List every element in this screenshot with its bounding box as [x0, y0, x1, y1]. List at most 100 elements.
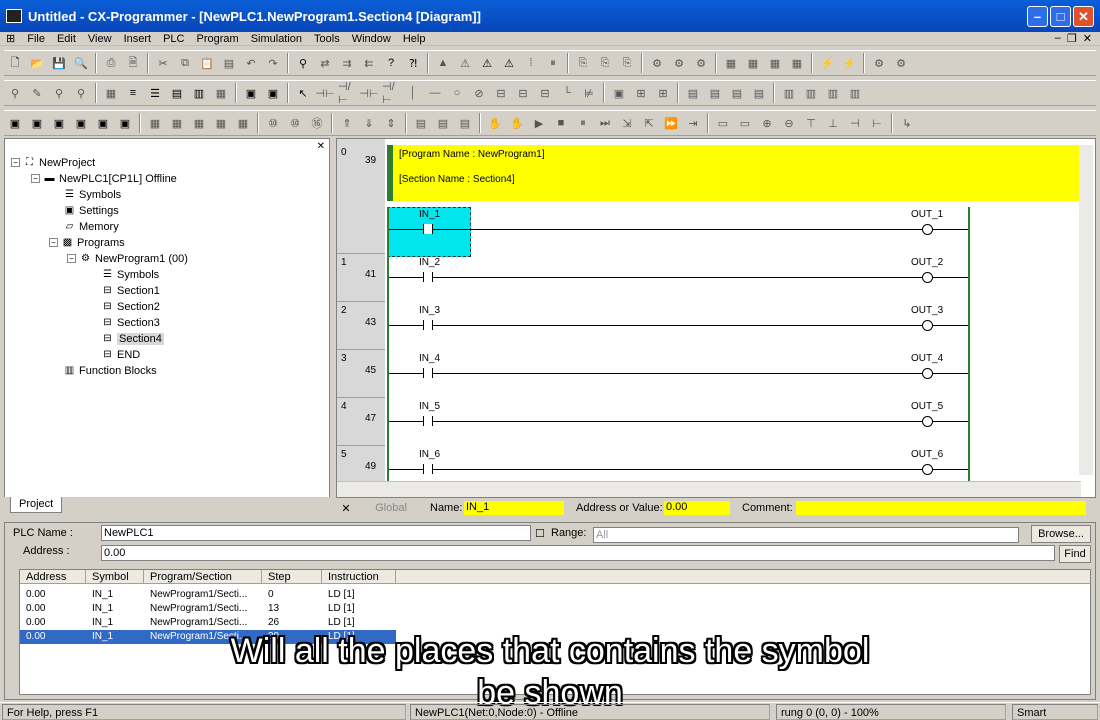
show-comments-icon[interactable]: ≡	[124, 84, 142, 102]
view-2-icon[interactable]: ▦	[744, 54, 762, 72]
menu-view[interactable]: View	[82, 33, 118, 45]
mode-debug-icon[interactable]: ⚙	[670, 54, 688, 72]
tree-function-blocks[interactable]: ▥ Function Blocks	[63, 363, 157, 378]
find-button[interactable]: Find	[1059, 545, 1091, 563]
contact-symbol[interactable]	[423, 368, 433, 378]
sim-1-icon[interactable]: ▤	[412, 114, 430, 132]
coil-icon[interactable]: ○	[448, 84, 466, 102]
transfer-down-icon[interactable]: ⇓	[360, 114, 378, 132]
tree-symbols[interactable]: ☰ Symbols	[63, 187, 121, 202]
horizontal-scrollbar[interactable]	[337, 481, 1081, 497]
monitor-icon[interactable]: ▦	[212, 84, 230, 102]
panel-close-icon[interactable]: ✕	[317, 141, 325, 152]
col-symbol[interactable]: Symbol	[86, 570, 144, 583]
menu-insert[interactable]: Insert	[118, 33, 158, 45]
col-instruction[interactable]: Instruction	[322, 570, 396, 583]
tool-8-icon[interactable]: ▥	[780, 84, 798, 102]
tree-section-4[interactable]: ⊟ Section4	[101, 331, 164, 346]
tree-memory[interactable]: ▱ Memory	[63, 219, 119, 234]
bp-4-icon[interactable]: ⊖	[780, 114, 798, 132]
coil-symbol[interactable]	[922, 224, 933, 235]
zoom-icon[interactable]: ⚲	[6, 84, 24, 102]
find-icon[interactable]: ⚲	[294, 54, 312, 72]
coil-symbol[interactable]	[922, 464, 933, 475]
menu-file[interactable]: File	[21, 33, 51, 45]
coil-symbol[interactable]	[922, 272, 933, 283]
col-step[interactable]: Step	[262, 570, 322, 583]
sim-3-icon[interactable]: ▤	[456, 114, 474, 132]
warning-icon[interactable]: ▲	[434, 54, 452, 72]
address-ref-icon[interactable]: ▣	[94, 114, 112, 132]
bp-6-icon[interactable]: ⊥	[824, 114, 842, 132]
tool-10-icon[interactable]: ▥	[824, 84, 842, 102]
tool-2-icon[interactable]: ⊞	[632, 84, 650, 102]
cut-icon[interactable]: ✂	[154, 54, 172, 72]
tree-section-2[interactable]: ⊟ Section2	[101, 299, 160, 314]
transfer-to-icon[interactable]: ⎘	[574, 54, 592, 72]
zoom-fit-icon[interactable]: ✎	[28, 84, 46, 102]
address-field[interactable]: 0.00	[101, 545, 1055, 561]
result-row[interactable]: 0.00 IN_1 NewProgram1/Secti... 0 LD [1]	[20, 588, 396, 602]
mode-program-icon[interactable]: ⚙	[648, 54, 666, 72]
rung-bookmark-icon[interactable]: ☰	[146, 84, 164, 102]
bp-3-icon[interactable]: ⊕	[758, 114, 776, 132]
tree-plc[interactable]: − ▬ NewPLC1[CP1L] Offline	[31, 171, 177, 186]
tool-7-icon[interactable]: ▤	[750, 84, 768, 102]
bp-8-icon[interactable]: ⊢	[868, 114, 886, 132]
contact-symbol[interactable]	[423, 272, 433, 282]
tree-end[interactable]: ⊟ END	[101, 347, 140, 362]
range-select[interactable]: All	[593, 527, 1019, 543]
mode-monitor-icon[interactable]: ⚙	[692, 54, 710, 72]
mdi-restore-button[interactable]: ❐	[1067, 32, 1077, 45]
preview-icon[interactable]: 🗎	[124, 54, 142, 72]
sim-run-icon[interactable]: ▶	[530, 114, 548, 132]
set-icon[interactable]: ⚙	[870, 54, 888, 72]
ladder-diagram[interactable]: [Program Name : NewProgram1] [Section Na…	[336, 138, 1096, 498]
tool-4-icon[interactable]: ▤	[684, 84, 702, 102]
block-icon[interactable]: ⊟	[514, 84, 532, 102]
contact-ornc-icon[interactable]: ⊣/⊢	[382, 81, 400, 106]
horizontal-icon[interactable]: —	[426, 84, 444, 102]
tool-3-icon[interactable]: ⊞	[654, 84, 672, 102]
transfer-from-icon[interactable]: ⎘	[596, 54, 614, 72]
range-checkbox[interactable]: ☐	[535, 527, 545, 540]
select-icon[interactable]: ↖	[294, 84, 312, 102]
replace-icon[interactable]: ⇄	[316, 54, 334, 72]
find-prev-icon[interactable]: ⇇	[360, 54, 378, 72]
context-help-icon[interactable]: ⁈	[404, 54, 422, 72]
check-icon[interactable]: ⚠	[500, 54, 518, 72]
view-b-icon[interactable]: ▦	[168, 114, 186, 132]
c1-icon[interactable]: ▣	[264, 84, 282, 102]
contact-or-icon[interactable]: ⊣⊢	[359, 84, 378, 102]
base-10-icon[interactable]: ⑩	[264, 114, 282, 132]
contact-symbol[interactable]	[423, 416, 433, 426]
zoom-in-icon[interactable]: ⚲	[50, 84, 68, 102]
view-c-icon[interactable]: ▦	[190, 114, 208, 132]
tool-1-icon[interactable]: ▣	[610, 84, 628, 102]
help-icon[interactable]: ?	[382, 54, 400, 72]
bp-7-icon[interactable]: ⊣	[846, 114, 864, 132]
compare-icon[interactable]: ⎘	[618, 54, 636, 72]
view-d-icon[interactable]: ▦	[212, 114, 230, 132]
tree-programs[interactable]: − ▩ Programs	[49, 235, 125, 250]
view-1-icon[interactable]: ▦	[722, 54, 740, 72]
new-icon[interactable]: 🗋	[6, 54, 24, 72]
tree-program[interactable]: − ⚙ NewProgram1 (00)	[67, 251, 188, 266]
coil-symbol[interactable]	[922, 320, 933, 331]
xref-icon[interactable]: ▣	[72, 114, 90, 132]
minimize-button[interactable]: –	[1027, 6, 1048, 27]
view-3-icon[interactable]: ▦	[766, 54, 784, 72]
sim-step-out-icon[interactable]: ⇱	[640, 114, 658, 132]
delete-icon[interactable]: ▤	[220, 54, 238, 72]
open-icon[interactable]: 📂	[28, 54, 46, 72]
tab-project[interactable]: Project	[10, 497, 63, 513]
bp-5-icon[interactable]: ⊤	[802, 114, 820, 132]
menu-window[interactable]: Window	[346, 33, 397, 45]
coil-symbol[interactable]	[922, 416, 933, 427]
close-button[interactable]: ✕	[1073, 6, 1094, 27]
sim-pause-icon[interactable]: ⏸	[574, 114, 592, 132]
contact-symbol[interactable]	[423, 464, 433, 474]
tree-settings[interactable]: ▣ Settings	[63, 203, 119, 218]
sim-hand-icon[interactable]: ✋	[486, 114, 504, 132]
show-symbols-icon[interactable]: ▤	[168, 84, 186, 102]
